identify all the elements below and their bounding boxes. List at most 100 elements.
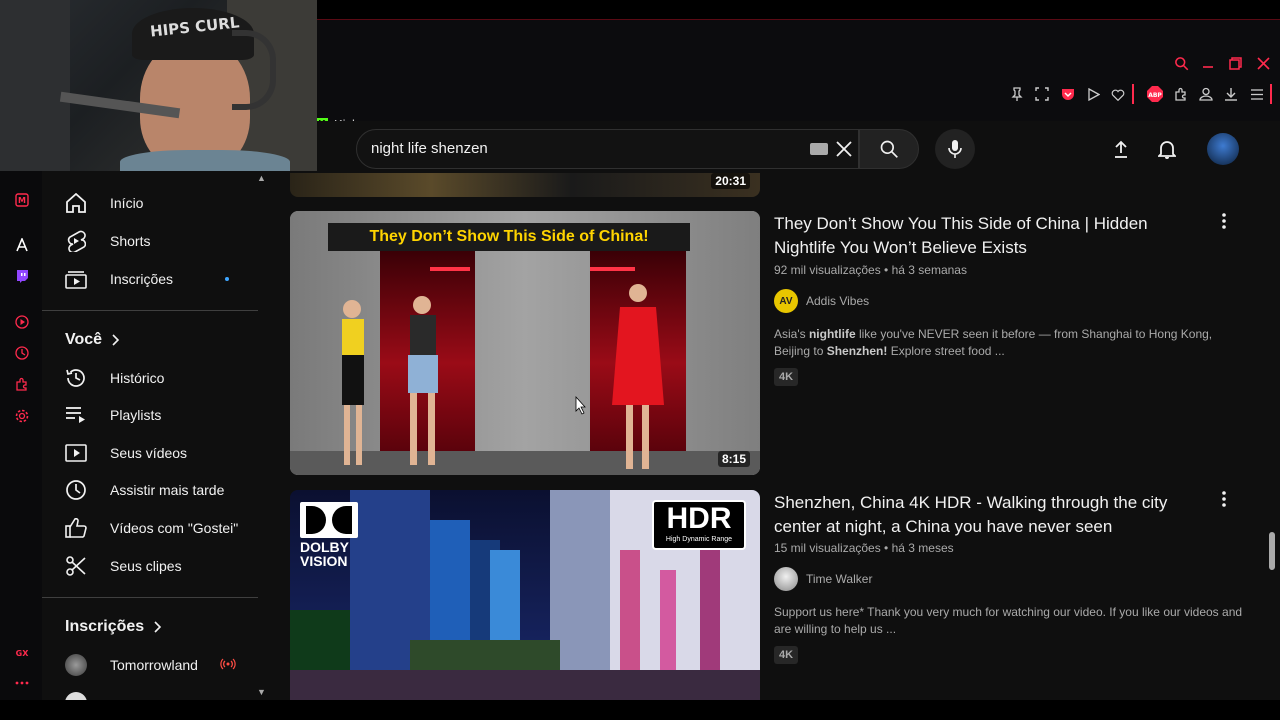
chevron-right-icon	[154, 621, 162, 633]
video-thumbnail[interactable]: They Don’t Show This Side of China! 8:15	[290, 211, 760, 475]
sidebar-scroll-down-icon[interactable]: ▼	[257, 687, 266, 697]
sidebar-item-your-videos[interactable]: Seus vídeos	[52, 435, 258, 471]
search-icon	[880, 140, 898, 158]
gx-corner-icon[interactable]: M	[12, 190, 32, 210]
youtube-sidebar: ▲ Início Shorts Inscrições Você Históric…	[42, 173, 272, 700]
sidebar-item-next-channel[interactable]	[52, 685, 258, 700]
sidebar-item-label: Seus clipes	[110, 558, 182, 574]
pin-icon[interactable]	[1007, 84, 1027, 104]
quality-badge: 4K	[774, 368, 799, 386]
sidebar-item-label: Shorts	[110, 233, 151, 249]
video-duration: 8:15	[717, 451, 750, 467]
sidebar-item-clips[interactable]: Seus clipes	[52, 548, 258, 584]
sidebar-divider	[42, 597, 258, 598]
more-actions-icon[interactable]	[1216, 487, 1232, 511]
quality-badge: 4K	[774, 646, 799, 664]
sidebar-section-subscriptions[interactable]: Inscrições	[65, 618, 162, 636]
youtube-header	[317, 121, 1280, 173]
search-box[interactable]	[356, 129, 859, 169]
more-actions-icon[interactable]	[1216, 209, 1232, 233]
restore-icon[interactable]	[1225, 53, 1245, 73]
scrollbar-thumb[interactable]	[1269, 532, 1275, 570]
hdr-logo: HDR High Dynamic Range	[652, 500, 746, 550]
video-title[interactable]: Shenzhen, China 4K HDR - Walking through…	[774, 491, 1174, 539]
keyboard-icon[interactable]	[810, 143, 828, 155]
adblock-icon[interactable]: ABP	[1145, 84, 1165, 104]
history-gx-icon[interactable]	[12, 343, 32, 363]
sidebar-item-playlists[interactable]: Playlists	[52, 397, 258, 433]
easy-setup-icon[interactable]	[1247, 84, 1267, 104]
video-thumbnail-previous[interactable]: 20:31	[290, 173, 760, 197]
video-description: Support us here* Thank you very much for…	[774, 605, 1243, 636]
upload-button[interactable]	[1109, 137, 1133, 161]
search-results: 20:31 They Don’t Show This Side of China…	[290, 173, 1265, 700]
sidebar-item-watch-later[interactable]: Assistir mais tarde	[52, 472, 258, 508]
sidebar-item-tomorrowland[interactable]: Tomorrowland	[52, 647, 258, 683]
browser-search-icon[interactable]	[1171, 53, 1191, 73]
pocket-icon[interactable]	[1058, 84, 1078, 104]
streamer-shirt	[120, 150, 290, 171]
settings-gx-icon[interactable]	[12, 406, 32, 426]
video-channel[interactable]: Time Walker	[774, 567, 872, 591]
video-title[interactable]: They Don’t Show You This Side of China |…	[774, 212, 1174, 260]
headset	[232, 30, 276, 110]
channel-avatar	[64, 653, 88, 677]
webcam-overlay: HIPS CURL	[0, 0, 317, 171]
shorts-icon	[64, 229, 88, 253]
mic-icon	[948, 140, 962, 158]
screen: ABP K Kick HIPS CURL M	[0, 0, 1280, 720]
aria-icon[interactable]	[12, 235, 32, 255]
snapshot-icon[interactable]	[1032, 84, 1052, 104]
sidebar-item-label: Histórico	[110, 370, 165, 386]
sidebar-item-shorts[interactable]: Shorts	[52, 223, 258, 259]
upload-icon	[1115, 140, 1127, 158]
video-thumbnail[interactable]: DOLBY VISION HDR High Dynamic Range	[290, 490, 760, 700]
clear-search-icon[interactable]	[835, 136, 853, 164]
sidebar-item-home[interactable]: Início	[52, 185, 258, 221]
thumbnail-caption: They Don’t Show This Side of China!	[369, 228, 649, 245]
channel-avatar: AV	[774, 289, 798, 313]
sidebar-section-you[interactable]: Você	[65, 331, 120, 349]
search-button[interactable]	[859, 129, 919, 169]
gx-logo-icon[interactable]: GX	[12, 643, 32, 663]
voice-search-button[interactable]	[935, 129, 975, 169]
close-window-icon[interactable]	[1253, 53, 1273, 73]
sidebar-item-label: Assistir mais tarde	[110, 482, 225, 498]
dolby-vision-logo: DOLBY VISION	[300, 502, 360, 570]
bell-icon	[1158, 141, 1176, 159]
sidebar-item-liked-videos[interactable]: Vídeos com "Gostei"	[52, 510, 258, 546]
live-icon	[220, 657, 236, 675]
player-icon[interactable]	[12, 312, 32, 332]
more-gx-icon[interactable]	[12, 673, 32, 693]
account-avatar[interactable]	[1207, 133, 1239, 165]
minimize-icon[interactable]	[1198, 53, 1218, 73]
your-videos-icon	[64, 441, 88, 465]
svg-text:M: M	[18, 196, 26, 205]
toolbar-separator	[1132, 84, 1134, 104]
profile-icon[interactable]	[1196, 84, 1216, 104]
sidebar-divider	[42, 310, 258, 311]
extensions-icon[interactable]	[1171, 84, 1191, 104]
channel-name: Addis Vibes	[806, 294, 870, 308]
sidebar-scroll-up-icon[interactable]: ▲	[257, 173, 266, 183]
sidebar-item-history[interactable]: Histórico	[52, 360, 258, 396]
twitch-icon[interactable]	[12, 266, 32, 286]
play-icon[interactable]	[1083, 84, 1103, 104]
channel-avatar	[64, 691, 88, 700]
toolbar-separator-right	[1270, 84, 1272, 104]
extensions-gx-icon[interactable]	[12, 374, 32, 394]
svg-text:ABP: ABP	[1148, 92, 1162, 99]
bottom-strip	[0, 700, 1280, 720]
video-channel[interactable]: AV Addis Vibes	[774, 289, 869, 313]
heart-icon[interactable]	[1108, 84, 1128, 104]
search-input[interactable]	[371, 140, 791, 157]
download-icon[interactable]	[1221, 84, 1241, 104]
video-meta: 92 mil visualizações • há 3 semanas	[774, 263, 967, 277]
svg-text:GX: GX	[16, 649, 30, 658]
section-title: Você	[65, 331, 103, 348]
scissors-icon	[64, 554, 88, 578]
new-content-dot	[225, 277, 229, 281]
page-scrollbar[interactable]	[1266, 121, 1280, 700]
notifications-button[interactable]	[1155, 137, 1179, 161]
home-icon	[64, 191, 88, 215]
